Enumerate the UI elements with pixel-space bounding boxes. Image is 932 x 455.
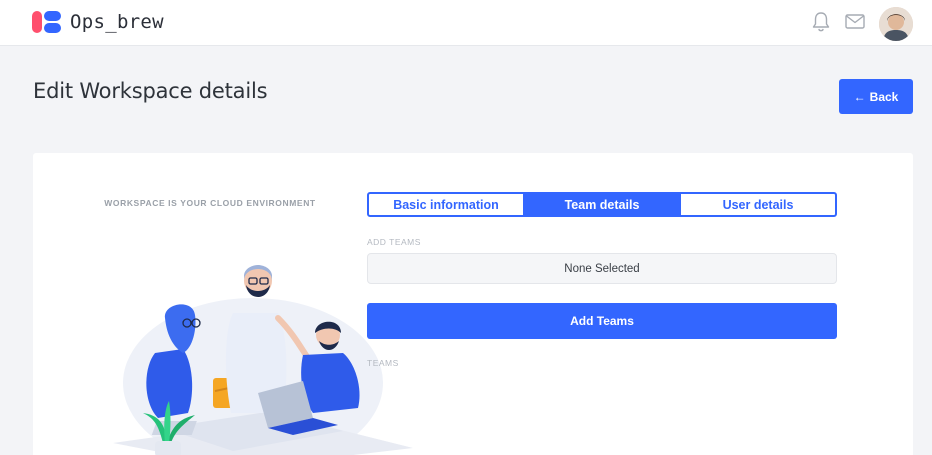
mail-icon[interactable] (845, 13, 865, 30)
user-avatar[interactable] (879, 7, 913, 41)
top-navbar: Ops_brew (0, 0, 932, 46)
page-title: Edit Workspace details (33, 79, 268, 103)
back-button-label: Back (869, 89, 899, 104)
tab-team-details[interactable]: Team details (523, 194, 681, 215)
workspace-caption: WORKSPACE IS YOUR CLOUD ENVIRONMENT (104, 198, 316, 208)
tab-user-details[interactable]: User details (681, 194, 835, 215)
teams-label: TEAMS (367, 358, 399, 368)
notification-bell-icon[interactable] (811, 11, 831, 33)
brand-name: Ops_brew (70, 11, 164, 33)
tab-basic-information[interactable]: Basic information (369, 194, 523, 215)
teams-select[interactable]: None Selected (367, 253, 837, 284)
workspace-tabs: Basic information Team details User deta… (367, 192, 837, 217)
back-button[interactable]: ← Back (839, 79, 913, 114)
workspace-card: WORKSPACE IS YOUR CLOUD ENVIRONMENT Basi… (33, 153, 913, 455)
arrow-left-icon: ← (853, 89, 866, 104)
add-teams-label: ADD TEAMS (367, 237, 421, 247)
brand[interactable]: Ops_brew (32, 10, 164, 34)
add-teams-button[interactable]: Add Teams (367, 303, 837, 339)
teams-select-value: None Selected (564, 262, 640, 275)
brand-logo-icon (32, 10, 64, 34)
